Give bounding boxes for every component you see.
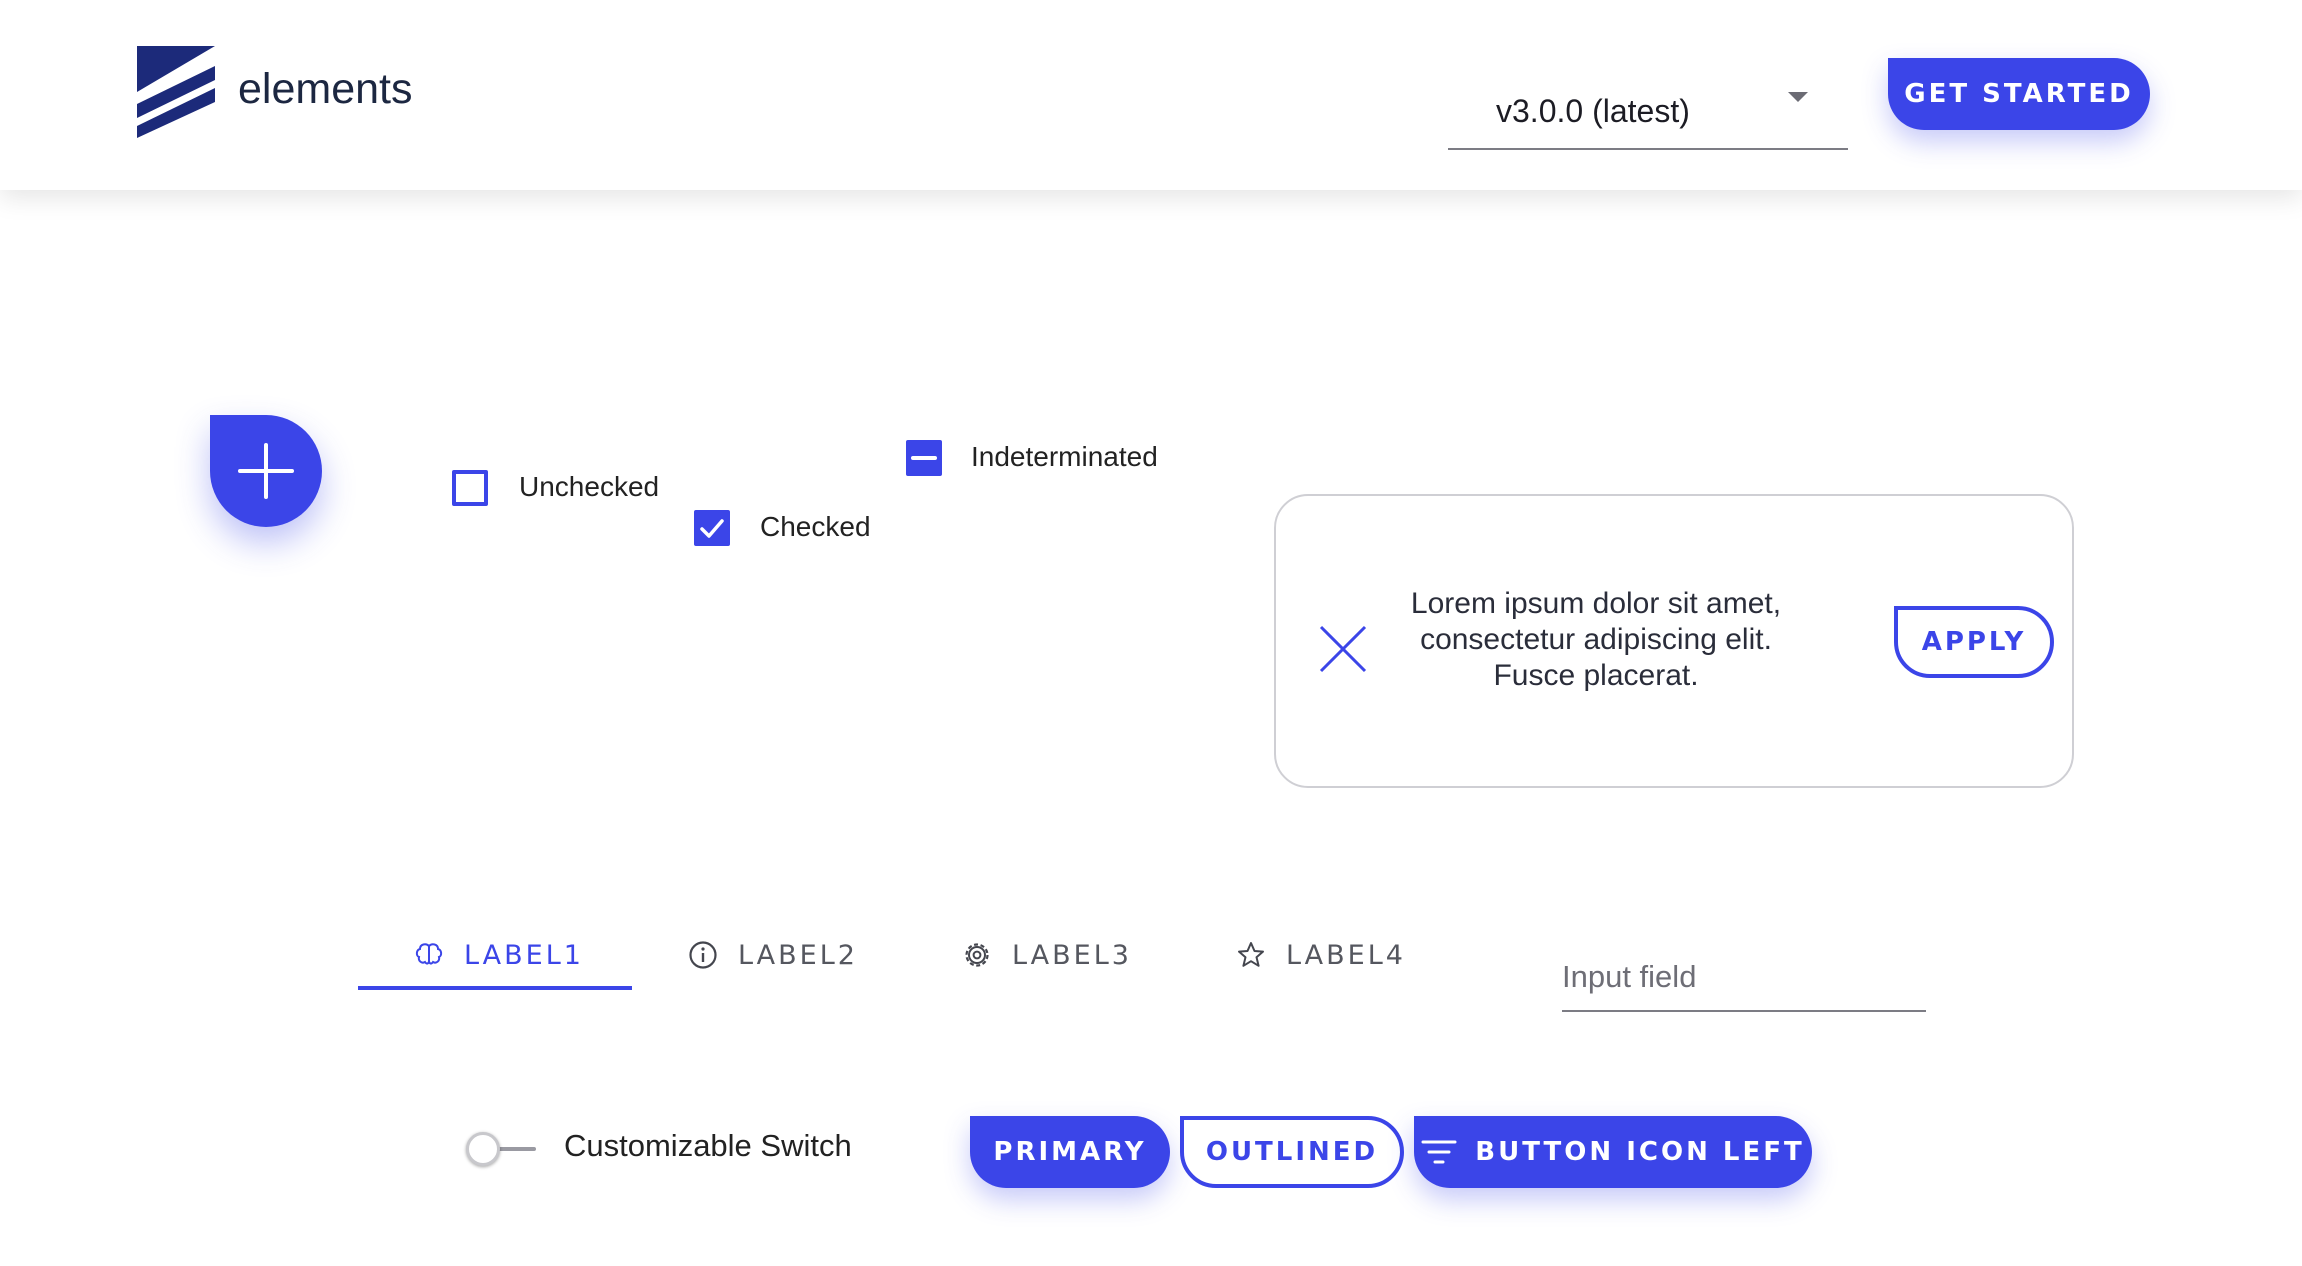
get-started-button[interactable]: GET STARTED	[1888, 58, 2150, 130]
gear-icon	[962, 940, 992, 970]
checkbox-checked[interactable]	[694, 510, 730, 546]
info-icon	[688, 940, 718, 970]
apply-button[interactable]: APPLY	[1894, 606, 2054, 678]
active-tab-indicator	[358, 986, 632, 990]
caret-down-icon	[1788, 92, 1808, 102]
star-icon	[1236, 940, 1266, 970]
checkbox-indeterminate-label: Indeterminated	[971, 441, 1158, 472]
tab-label: LABEL3	[1012, 939, 1132, 971]
close-icon[interactable]	[1318, 624, 1368, 674]
version-select[interactable]: v3.0.0 (latest)	[1448, 82, 1848, 150]
button-icon-left[interactable]: BUTTON ICON LEFT	[1414, 1116, 1812, 1188]
tab-label4[interactable]: LABEL4	[1236, 920, 1406, 990]
tab-label2[interactable]: LABEL2	[688, 920, 858, 990]
add-fab-button[interactable]	[210, 415, 322, 527]
elements-logo-icon	[137, 46, 215, 138]
tab-label: LABEL1	[464, 939, 584, 971]
checkmark-icon	[700, 519, 724, 538]
top-header: elements v3.0.0 (latest) GET STARTED	[0, 0, 2302, 190]
brain-icon	[414, 942, 444, 968]
switch-knob	[466, 1132, 500, 1166]
customizable-switch[interactable]	[466, 1132, 538, 1166]
version-select-value: v3.0.0 (latest)	[1496, 93, 1690, 129]
input-field[interactable]	[1562, 950, 1926, 1004]
tab-label: LABEL2	[738, 939, 858, 971]
tab-label1[interactable]: LABEL1	[414, 920, 584, 990]
checkbox-unchecked-label: Unchecked	[519, 471, 660, 502]
checkbox-checked-label: Checked	[760, 511, 871, 542]
switch-label: Customizable Switch	[564, 1128, 852, 1163]
input-field-wrapper	[1562, 950, 1926, 1012]
checkbox-indeterminate[interactable]	[906, 440, 942, 476]
tab-label: LABEL4	[1286, 939, 1406, 971]
brand-name[interactable]: elements	[238, 68, 412, 111]
tab-label3[interactable]: LABEL3	[962, 920, 1132, 990]
plus-icon	[238, 443, 294, 499]
checkbox-unchecked[interactable]	[452, 470, 488, 506]
button-icon-left-label: BUTTON ICON LEFT	[1475, 1137, 1805, 1167]
filter-icon	[1421, 1138, 1457, 1166]
outlined-button[interactable]: OUTLINED	[1180, 1116, 1404, 1188]
notification-card: Lorem ipsum dolor sit amet, consectetur …	[1274, 494, 2074, 788]
card-message: Lorem ipsum dolor sit amet, consectetur …	[1410, 587, 1782, 692]
primary-button[interactable]: PRIMARY	[970, 1116, 1170, 1188]
minus-icon	[911, 456, 937, 460]
